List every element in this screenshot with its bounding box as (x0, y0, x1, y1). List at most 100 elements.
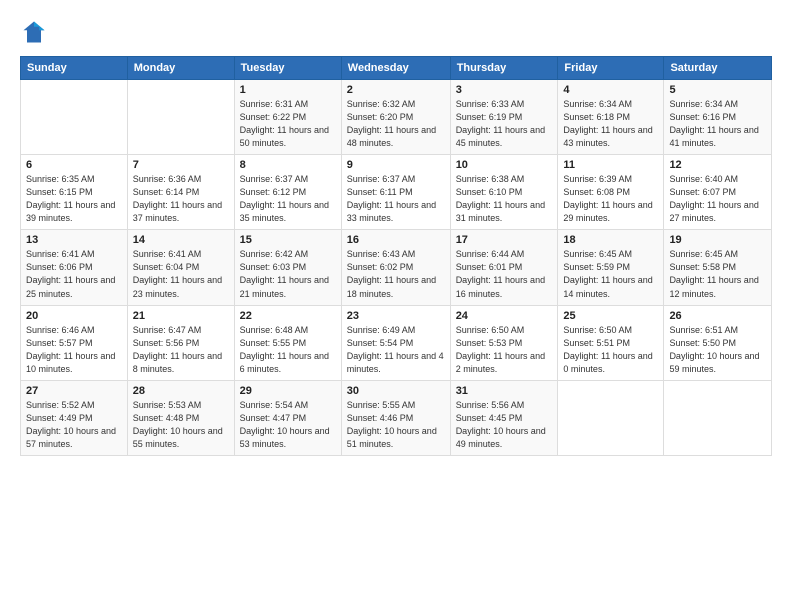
day-info: Sunrise: 6:40 AM Sunset: 6:07 PM Dayligh… (669, 173, 766, 225)
day-number: 18 (563, 234, 658, 246)
calendar-cell: 8Sunrise: 6:37 AM Sunset: 6:12 PM Daylig… (234, 155, 341, 230)
day-info: Sunrise: 6:37 AM Sunset: 6:11 PM Dayligh… (347, 173, 445, 225)
day-number: 10 (456, 159, 553, 171)
calendar-cell: 13 Sunrise: 6:41 AM Sunset: 6:06 PM Dayli… (21, 230, 128, 305)
calendar-cell: 6 Sunrise: 6:35 AM Sunset: 6:15 PM Daylig… (21, 155, 128, 230)
calendar-cell: 24 Sunrise: 6:50 AM Sunset: 5:53 PM Dayli… (450, 305, 558, 380)
day-info: Sunrise: 6:34 AM Sunset: 6:18 PM Dayligh… (563, 98, 658, 150)
day-number: 15 (240, 234, 336, 246)
calendar-week-1: 1 Sunrise: 6:31 AM Sunset: 6:22 PM Daylig… (21, 80, 772, 155)
calendar-cell: 15 Sunrise: 6:42 AM Sunset: 6:03 PM Dayli… (234, 230, 341, 305)
weekday-header-sunday: Sunday (21, 57, 128, 80)
calendar-cell: 9 Sunrise: 6:37 AM Sunset: 6:11 PM Daylig… (341, 155, 450, 230)
day-number: 19 (669, 234, 766, 246)
weekday-header-thursday: Thursday (450, 57, 558, 80)
day-info: Sunrise: 6:46 AM Sunset: 5:57 PM Dayligh… (26, 324, 122, 376)
day-info: Sunrise: 6:37 AM Sunset: 6:12 PM Dayligh… (240, 173, 336, 225)
day-number: 29 (240, 385, 336, 397)
day-number: 17 (456, 234, 553, 246)
day-number: 7 (133, 159, 229, 171)
day-number: 20 (26, 310, 122, 322)
calendar-cell: 31 Sunrise: 5:56 AM Sunset: 4:45 PM Dayli… (450, 380, 558, 455)
calendar-cell (664, 380, 772, 455)
day-info: Sunrise: 6:48 AM Sunset: 5:55 PM Dayligh… (240, 324, 336, 376)
day-number: 27 (26, 385, 122, 397)
calendar-table: SundayMondayTuesdayWednesdayThursdayFrid… (20, 56, 772, 456)
calendar-cell: 18 Sunrise: 6:45 AM Sunset: 5:59 PM Dayli… (558, 230, 664, 305)
day-number: 30 (347, 385, 445, 397)
day-info: Sunrise: 6:50 AM Sunset: 5:51 PM Dayligh… (563, 324, 658, 376)
calendar-week-2: 6 Sunrise: 6:35 AM Sunset: 6:15 PM Daylig… (21, 155, 772, 230)
day-number: 11 (563, 159, 658, 171)
day-number: 1 (240, 84, 336, 96)
day-number: 24 (456, 310, 553, 322)
calendar-cell: 19 Sunrise: 6:45 AM Sunset: 5:58 PM Dayli… (664, 230, 772, 305)
day-info: Sunrise: 6:42 AM Sunset: 6:03 PM Dayligh… (240, 248, 336, 300)
day-info: Sunrise: 6:41 AM Sunset: 6:06 PM Dayligh… (26, 248, 122, 300)
calendar-cell: 5 Sunrise: 6:34 AM Sunset: 6:16 PM Daylig… (664, 80, 772, 155)
day-number: 31 (456, 385, 553, 397)
calendar-cell: 25 Sunrise: 6:50 AM Sunset: 5:51 PM Dayli… (558, 305, 664, 380)
day-info: Sunrise: 6:47 AM Sunset: 5:56 PM Dayligh… (133, 324, 229, 376)
day-number: 22 (240, 310, 336, 322)
day-number: 4 (563, 84, 658, 96)
day-number: 13 (26, 234, 122, 246)
day-info: Sunrise: 6:32 AM Sunset: 6:20 PM Dayligh… (347, 98, 445, 150)
day-info: Sunrise: 5:55 AM Sunset: 4:46 PM Dayligh… (347, 399, 445, 451)
calendar-cell: 7Sunrise: 6:36 AM Sunset: 6:14 PM Daylig… (127, 155, 234, 230)
calendar-cell: 16 Sunrise: 6:43 AM Sunset: 6:02 PM Dayli… (341, 230, 450, 305)
day-number: 26 (669, 310, 766, 322)
weekday-header-saturday: Saturday (664, 57, 772, 80)
day-info: Sunrise: 6:31 AM Sunset: 6:22 PM Dayligh… (240, 98, 336, 150)
day-number: 28 (133, 385, 229, 397)
calendar-cell: 26Sunrise: 6:51 AM Sunset: 5:50 PM Dayli… (664, 305, 772, 380)
day-number: 6 (26, 159, 122, 171)
calendar-week-4: 20 Sunrise: 6:46 AM Sunset: 5:57 PM Dayli… (21, 305, 772, 380)
day-number: 5 (669, 84, 766, 96)
header (20, 18, 772, 46)
day-info: Sunrise: 6:35 AM Sunset: 6:15 PM Dayligh… (26, 173, 122, 225)
day-info: Sunrise: 6:49 AM Sunset: 5:54 PM Dayligh… (347, 324, 445, 376)
day-info: Sunrise: 5:52 AM Sunset: 4:49 PM Dayligh… (26, 399, 122, 451)
day-number: 14 (133, 234, 229, 246)
day-number: 9 (347, 159, 445, 171)
calendar-cell: 2Sunrise: 6:32 AM Sunset: 6:20 PM Daylig… (341, 80, 450, 155)
calendar-cell: 1 Sunrise: 6:31 AM Sunset: 6:22 PM Daylig… (234, 80, 341, 155)
day-info: Sunrise: 6:39 AM Sunset: 6:08 PM Dayligh… (563, 173, 658, 225)
day-info: Sunrise: 6:38 AM Sunset: 6:10 PM Dayligh… (456, 173, 553, 225)
day-info: Sunrise: 6:43 AM Sunset: 6:02 PM Dayligh… (347, 248, 445, 300)
calendar-cell: 30 Sunrise: 5:55 AM Sunset: 4:46 PM Dayli… (341, 380, 450, 455)
weekday-header-monday: Monday (127, 57, 234, 80)
day-number: 12 (669, 159, 766, 171)
day-info: Sunrise: 6:34 AM Sunset: 6:16 PM Dayligh… (669, 98, 766, 150)
calendar-cell: 29 Sunrise: 5:54 AM Sunset: 4:47 PM Dayli… (234, 380, 341, 455)
day-info: Sunrise: 6:33 AM Sunset: 6:19 PM Dayligh… (456, 98, 553, 150)
weekday-header-friday: Friday (558, 57, 664, 80)
calendar-cell: 11 Sunrise: 6:39 AM Sunset: 6:08 PM Dayli… (558, 155, 664, 230)
logo-icon (20, 18, 48, 46)
calendar-cell: 12 Sunrise: 6:40 AM Sunset: 6:07 PM Dayli… (664, 155, 772, 230)
day-info: Sunrise: 6:50 AM Sunset: 5:53 PM Dayligh… (456, 324, 553, 376)
calendar-body: 1 Sunrise: 6:31 AM Sunset: 6:22 PM Daylig… (21, 80, 772, 456)
day-number: 3 (456, 84, 553, 96)
day-info: Sunrise: 5:56 AM Sunset: 4:45 PM Dayligh… (456, 399, 553, 451)
day-info: Sunrise: 5:54 AM Sunset: 4:47 PM Dayligh… (240, 399, 336, 451)
weekday-row: SundayMondayTuesdayWednesdayThursdayFrid… (21, 57, 772, 80)
day-info: Sunrise: 6:45 AM Sunset: 5:58 PM Dayligh… (669, 248, 766, 300)
day-number: 16 (347, 234, 445, 246)
calendar-cell: 20 Sunrise: 6:46 AM Sunset: 5:57 PM Dayli… (21, 305, 128, 380)
day-info: Sunrise: 6:45 AM Sunset: 5:59 PM Dayligh… (563, 248, 658, 300)
day-info: Sunrise: 6:41 AM Sunset: 6:04 PM Dayligh… (133, 248, 229, 300)
weekday-header-wednesday: Wednesday (341, 57, 450, 80)
calendar-cell: 27 Sunrise: 5:52 AM Sunset: 4:49 PM Dayli… (21, 380, 128, 455)
logo (20, 18, 52, 46)
weekday-header-tuesday: Tuesday (234, 57, 341, 80)
day-number: 25 (563, 310, 658, 322)
calendar-cell: 23Sunrise: 6:49 AM Sunset: 5:54 PM Dayli… (341, 305, 450, 380)
page: SundayMondayTuesdayWednesdayThursdayFrid… (0, 0, 792, 612)
calendar-cell: 14 Sunrise: 6:41 AM Sunset: 6:04 PM Dayli… (127, 230, 234, 305)
calendar-cell: 22 Sunrise: 6:48 AM Sunset: 5:55 PM Dayli… (234, 305, 341, 380)
calendar-week-5: 27 Sunrise: 5:52 AM Sunset: 4:49 PM Dayli… (21, 380, 772, 455)
calendar-cell: 21Sunrise: 6:47 AM Sunset: 5:56 PM Dayli… (127, 305, 234, 380)
day-info: Sunrise: 6:44 AM Sunset: 6:01 PM Dayligh… (456, 248, 553, 300)
